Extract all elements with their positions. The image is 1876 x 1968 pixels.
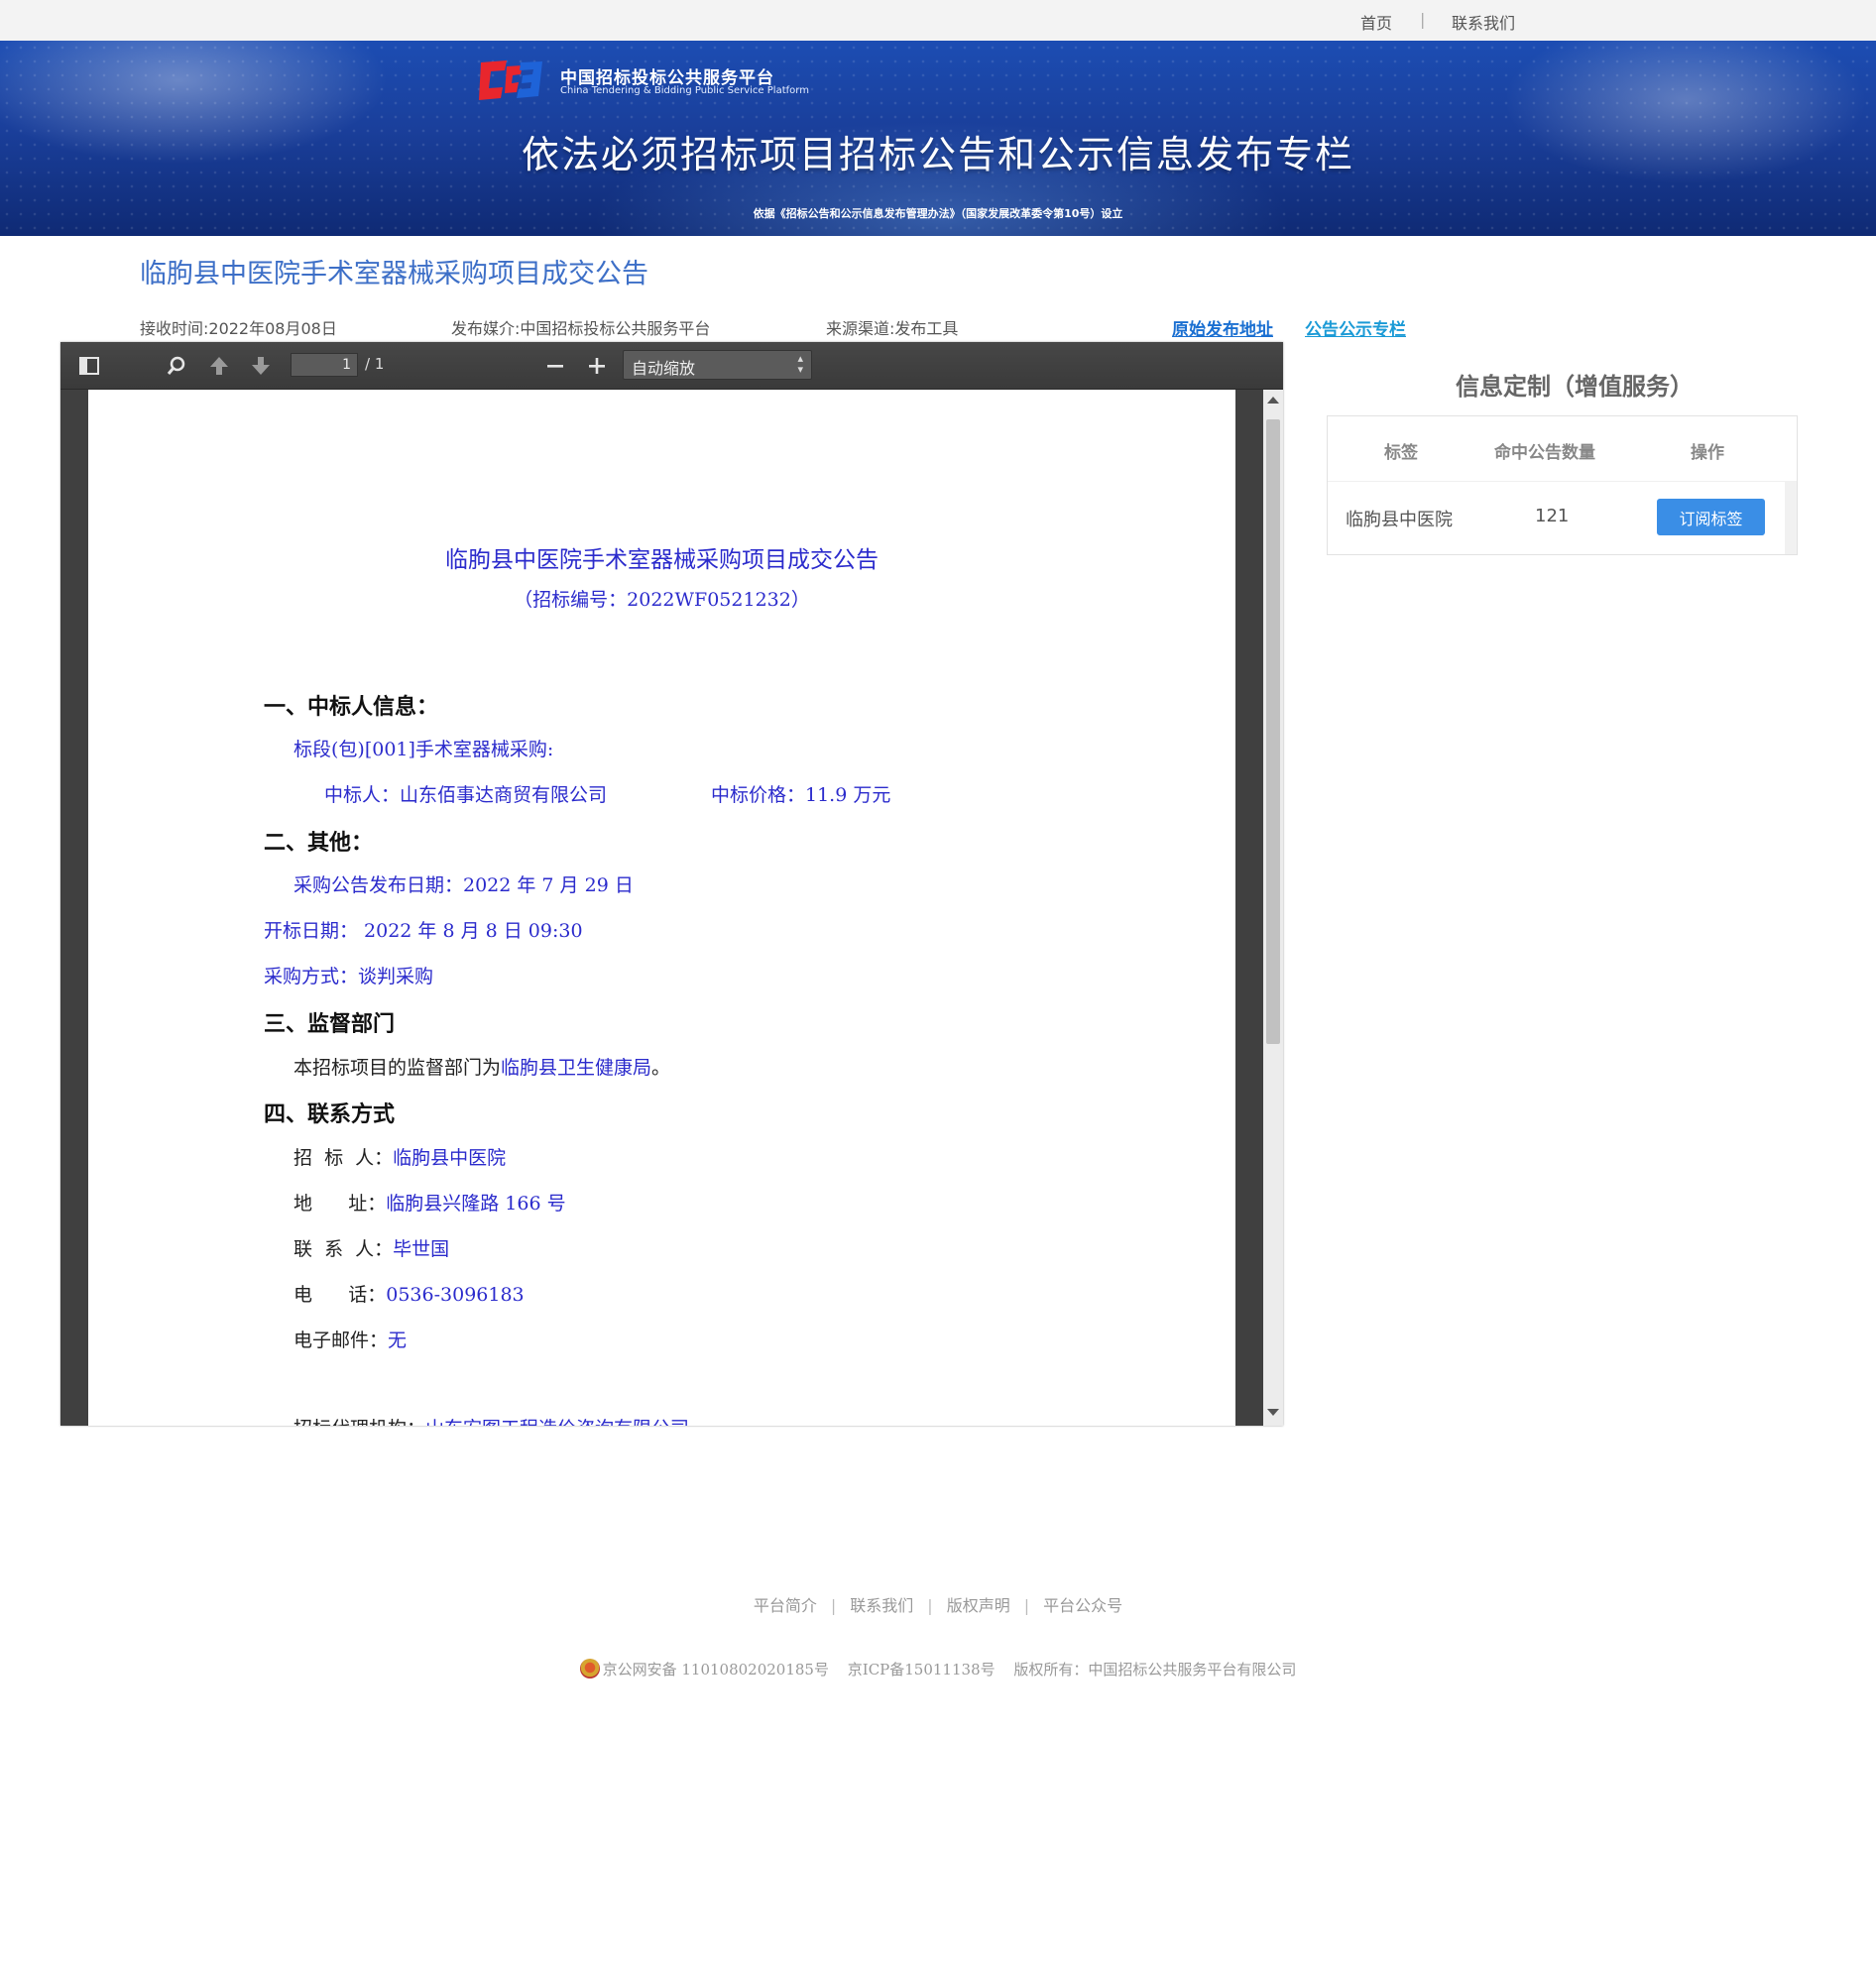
sidebar-toggle-icon[interactable]	[77, 354, 101, 378]
doc-section-2: 二、其他：	[264, 830, 374, 856]
page-total: / 1	[365, 355, 385, 373]
doc-section-4: 四、联系方式	[264, 1101, 396, 1127]
doc-contact-label: 联 系 人：	[293, 1238, 394, 1260]
doc-section-3: 三、监督部门	[264, 1011, 396, 1037]
doc-contact-person: 联 系 人：毕世国	[293, 1234, 449, 1261]
footer-separator: |	[927, 1596, 933, 1615]
doc-contact-label: 招 标 人：	[293, 1147, 394, 1169]
subscription-table: 标签 命中公告数量 操作 临朐县中医院 121 订阅标签	[1327, 415, 1798, 555]
received-time: 接收时间:2022年08月08日	[140, 319, 337, 338]
table-scrollbar[interactable]	[1785, 481, 1797, 554]
doc-contact-value: 0536-3096183	[386, 1284, 525, 1306]
doc-contact-value: 临朐县兴隆路 166 号	[386, 1193, 566, 1215]
footer-link-wechat[interactable]: 平台公众号	[1043, 1596, 1122, 1615]
doc-supervise-suffix: 。	[651, 1057, 671, 1079]
scroll-thumb[interactable]	[1266, 419, 1280, 1044]
doc-winner: 中标人：山东佰事达商贸有限公司	[324, 784, 608, 806]
doc-supervise-dept: 临朐县卫生健康局	[501, 1057, 652, 1079]
chevron-updown-icon: ▴ ▾	[797, 352, 803, 376]
doc-agency-partial: 招标代理机构：山东宏图工程造价咨询有限公司	[293, 1414, 689, 1426]
footer-icp-record[interactable]: 京ICP备15011138号	[848, 1661, 996, 1679]
arrow-up-icon[interactable]	[207, 354, 231, 378]
subscribe-tag-button[interactable]: 订阅标签	[1657, 499, 1765, 535]
pdf-viewer: / 1 自动缩放 ▴▾ 临朐县中医院手术室器械采购项目成交公告 （招标编号：20…	[60, 342, 1283, 1426]
footer-link-contact[interactable]: 联系我们	[850, 1596, 913, 1615]
doc-method: 采购方式：谈判采购	[264, 966, 434, 987]
doc-contact-value: 山东宏图工程造价咨询有限公司	[425, 1418, 689, 1426]
platform-logo-icon[interactable]	[477, 57, 544, 102]
arrow-down-icon[interactable]	[249, 354, 273, 378]
nav-separator: |	[1420, 10, 1426, 29]
zoom-select[interactable]: 自动缩放 ▴ ▾	[623, 350, 812, 380]
doc-contact-value: 毕世国	[393, 1238, 450, 1260]
doc-contact-value: 临朐县中医院	[393, 1147, 507, 1169]
page-number-input[interactable]	[291, 353, 358, 377]
column-header-count: 命中公告数量	[1494, 443, 1595, 463]
footer-separator: |	[1023, 1596, 1030, 1615]
top-nav: 首页 | 联系我们	[0, 0, 1876, 42]
doc-lot: 标段(包)[001]手术室器械采购:	[293, 739, 554, 760]
pdf-scrollbar[interactable]	[1263, 390, 1283, 1426]
footer-copyright: 版权所有：中国招标公共服务平台有限公司	[1013, 1661, 1297, 1679]
scroll-up-icon[interactable]	[1267, 397, 1279, 404]
doc-contact-label: 电 话：	[293, 1284, 387, 1306]
zoom-out-icon[interactable]	[543, 354, 567, 378]
footer-links: 平台简介 | 联系我们 | 版权声明 | 平台公众号	[0, 1592, 1876, 1616]
table-cell-count: 121	[1535, 506, 1570, 526]
police-badge-icon	[579, 1659, 600, 1679]
nav-contact-link[interactable]: 联系我们	[1452, 10, 1515, 34]
publish-media: 发布媒介:中国招标投标公共服务平台	[451, 319, 711, 338]
notice-column-link[interactable]: 公告公示专栏	[1305, 315, 1406, 340]
doc-contact-address: 地 址：临朐县兴隆路 166 号	[293, 1189, 566, 1216]
banner-title: 依法必须招标项目招标公告和公示信息发布专栏	[521, 133, 1354, 176]
doc-section-1: 一、中标人信息：	[264, 694, 439, 720]
table-cell-tag: 临朐县中医院	[1346, 510, 1453, 530]
search-icon[interactable]	[165, 354, 188, 378]
logo-title-en: China Tendering & Bidding Public Service…	[560, 85, 809, 96]
footer-police-record[interactable]: 京公网安备 11010802020185号	[603, 1661, 829, 1679]
scroll-down-icon[interactable]	[1267, 1409, 1279, 1416]
zoom-in-icon[interactable]	[585, 354, 609, 378]
footer-info: 京公网安备 11010802020185号 京ICP备15011138号 版权所…	[0, 1659, 1876, 1679]
footer-separator: |	[830, 1596, 837, 1615]
column-header-tag: 标签	[1384, 443, 1418, 463]
source-channel: 来源渠道:发布工具	[826, 319, 959, 338]
doc-bid-number: （招标编号：2022WF0521232）	[514, 589, 810, 611]
doc-contact-email: 电子邮件：无	[293, 1326, 407, 1352]
column-header-action: 操作	[1691, 443, 1724, 463]
nav-home-link[interactable]: 首页	[1360, 10, 1392, 34]
doc-contact-phone: 电 话：0536-3096183	[293, 1280, 525, 1307]
table-divider	[1328, 481, 1797, 482]
doc-supervise: 本招标项目的监督部门为临朐县卫生健康局。	[293, 1053, 670, 1080]
original-address-link[interactable]: 原始发布地址	[1172, 315, 1273, 340]
subscription-title: 信息定制（增值服务）	[1456, 373, 1694, 401]
doc-price: 中标价格：11.9 万元	[711, 784, 891, 806]
pdf-page: 临朐县中医院手术室器械采购项目成交公告 （招标编号：2022WF0521232）…	[88, 390, 1235, 1426]
page-title: 临朐县中医院手术室器械采购项目成交公告	[140, 259, 648, 289]
doc-title: 临朐县中医院手术室器械采购项目成交公告	[445, 547, 879, 573]
doc-contact-value: 无	[388, 1330, 408, 1351]
footer-link-about[interactable]: 平台简介	[754, 1596, 817, 1615]
doc-contact-label: 地 址：	[293, 1193, 387, 1215]
doc-contact-tenderer: 招 标 人：临朐县中医院	[293, 1143, 506, 1170]
doc-open-date: 开标日期： 2022 年 8 月 8 日 09:30	[264, 920, 583, 942]
pdf-canvas-area[interactable]: 临朐县中医院手术室器械采购项目成交公告 （招标编号：2022WF0521232）…	[60, 390, 1283, 1426]
zoom-select-value: 自动缩放	[632, 359, 696, 378]
doc-supervise-prefix: 本招标项目的监督部门为	[293, 1057, 502, 1079]
header-banner: 中国招标投标公共服务平台 China Tendering & Bidding P…	[0, 41, 1876, 236]
doc-contact-label: 招标代理机构：	[293, 1418, 425, 1426]
footer-link-copyright[interactable]: 版权声明	[947, 1596, 1010, 1615]
pdf-toolbar: / 1 自动缩放 ▴▾	[60, 342, 1283, 390]
banner-subtitle: 依据《招标公告和公示信息发布管理办法》（国家发展改革委令第10号）设立	[753, 207, 1123, 220]
doc-publish-date: 采购公告发布日期：2022 年 7 月 29 日	[293, 874, 634, 896]
doc-contact-label: 电子邮件：	[293, 1330, 389, 1351]
